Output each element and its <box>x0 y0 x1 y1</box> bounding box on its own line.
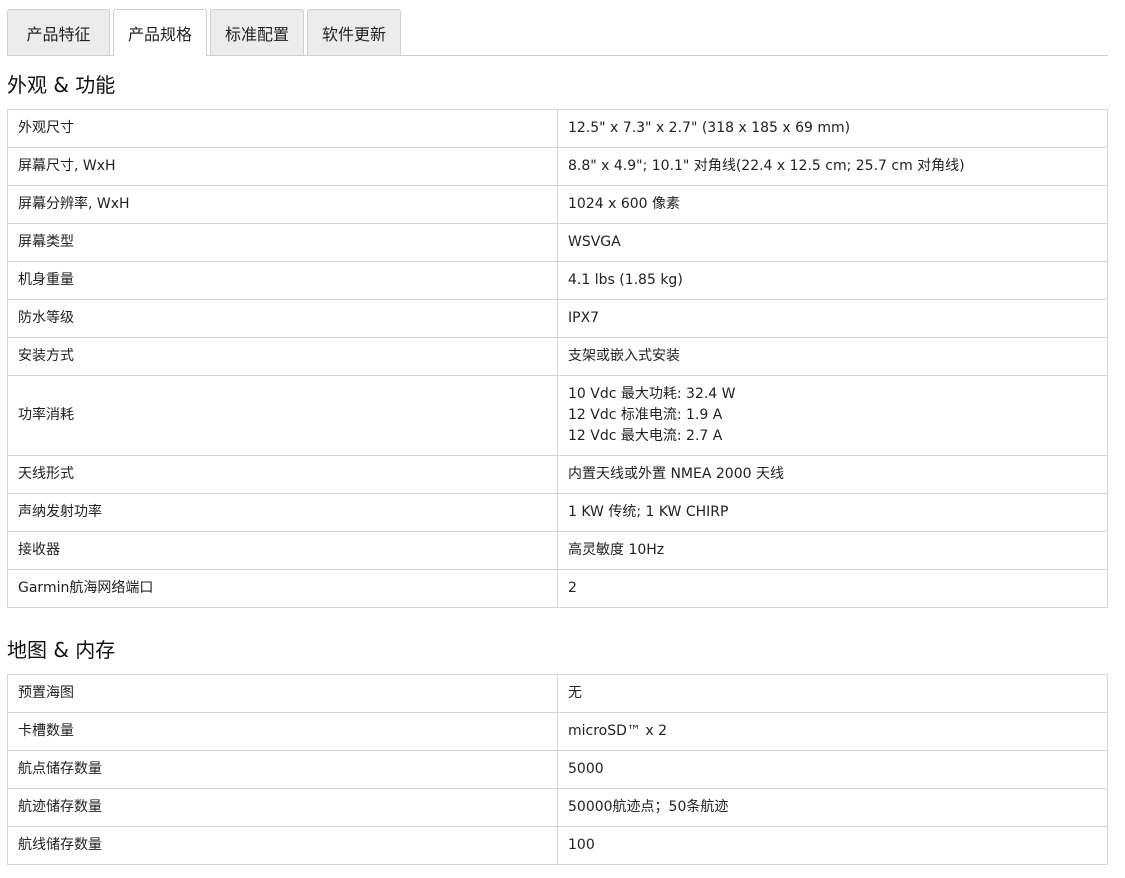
spec-label: 航迹储存数量 <box>7 788 558 827</box>
section-title-maps-memory: 地图 & 内存 <box>7 638 116 662</box>
spec-value: 内置天线或外置 NMEA 2000 天线 <box>557 455 1108 494</box>
tab-specs[interactable]: 产品规格 <box>113 9 207 56</box>
table-row: 功率消耗 10 Vdc 最大功耗: 32.4 W 12 Vdc 标准电流: 1.… <box>7 375 1108 456</box>
spec-label: 预置海图 <box>7 674 558 713</box>
tab-standard-config[interactable]: 标准配置 <box>210 9 304 55</box>
spec-table-maps-memory: 预置海图 无 卡槽数量 microSD™ x 2 航点储存数量 5000 航迹储… <box>7 674 1108 865</box>
spec-label: 防水等级 <box>7 299 558 338</box>
spec-label: 航线储存数量 <box>7 826 558 865</box>
section-title-appearance: 外观 & 功能 <box>7 73 116 97</box>
table-row: 机身重量 4.1 lbs (1.85 kg) <box>7 261 1108 300</box>
spec-value-multiline: 10 Vdc 最大功耗: 32.4 W 12 Vdc 标准电流: 1.9 A 1… <box>557 375 1108 456</box>
spec-value: 无 <box>557 674 1108 713</box>
spec-label: 屏幕尺寸, WxH <box>7 147 558 186</box>
spec-value: 4.1 lbs (1.85 kg) <box>557 261 1108 300</box>
spec-value: 100 <box>557 826 1108 865</box>
table-row: 安装方式 支架或嵌入式安装 <box>7 337 1108 376</box>
table-row: 航迹储存数量 50000航迹点；50条航迹 <box>7 788 1108 827</box>
table-row: 接收器 高灵敏度 10Hz <box>7 531 1108 570</box>
table-row: 声纳发射功率 1 KW 传统; 1 KW CHIRP <box>7 493 1108 532</box>
table-row: 屏幕类型 WSVGA <box>7 223 1108 262</box>
spec-table-appearance: 外观尺寸 12.5" x 7.3" x 2.7" (318 x 185 x 69… <box>7 109 1108 608</box>
spec-label: 天线形式 <box>7 455 558 494</box>
spec-value-line: 12 Vdc 最大电流: 2.7 A <box>568 428 723 444</box>
table-row: Garmin航海网络端口 2 <box>7 569 1108 608</box>
spec-label: 功率消耗 <box>7 375 558 456</box>
spec-label: 航点储存数量 <box>7 750 558 789</box>
spec-label: 屏幕类型 <box>7 223 558 262</box>
spec-label: 安装方式 <box>7 337 558 376</box>
spec-value: 12.5" x 7.3" x 2.7" (318 x 185 x 69 mm) <box>557 109 1108 148</box>
spec-value: 1024 x 600 像素 <box>557 185 1108 224</box>
spec-value: 8.8" x 4.9"; 10.1" 对角线(22.4 x 12.5 cm; 2… <box>557 147 1108 186</box>
tab-features[interactable]: 产品特征 <box>7 9 110 55</box>
spec-label: 屏幕分辨率, WxH <box>7 185 558 224</box>
table-row: 天线形式 内置天线或外置 NMEA 2000 天线 <box>7 455 1108 494</box>
table-row: 卡槽数量 microSD™ x 2 <box>7 712 1108 751</box>
tab-bar: 产品特征 产品规格 标准配置 软件更新 <box>7 9 1108 56</box>
spec-label: 机身重量 <box>7 261 558 300</box>
spec-label: 卡槽数量 <box>7 712 558 751</box>
table-row: 屏幕尺寸, WxH 8.8" x 4.9"; 10.1" 对角线(22.4 x … <box>7 147 1108 186</box>
spec-value-line: 10 Vdc 最大功耗: 32.4 W <box>568 386 736 402</box>
spec-value-line: 12 Vdc 标准电流: 1.9 A <box>568 407 723 423</box>
table-row: 外观尺寸 12.5" x 7.3" x 2.7" (318 x 185 x 69… <box>7 109 1108 148</box>
spec-label: 声纳发射功率 <box>7 493 558 532</box>
table-row: 防水等级 IPX7 <box>7 299 1108 338</box>
tab-software-updates[interactable]: 软件更新 <box>307 9 401 55</box>
spec-value: 2 <box>557 569 1108 608</box>
table-row: 航点储存数量 5000 <box>7 750 1108 789</box>
spec-value: 5000 <box>557 750 1108 789</box>
table-row: 航线储存数量 100 <box>7 826 1108 865</box>
spec-value: WSVGA <box>557 223 1108 262</box>
spec-label: 外观尺寸 <box>7 109 558 148</box>
table-row: 预置海图 无 <box>7 674 1108 713</box>
table-row: 屏幕分辨率, WxH 1024 x 600 像素 <box>7 185 1108 224</box>
spec-value: 支架或嵌入式安装 <box>557 337 1108 376</box>
spec-value: 1 KW 传统; 1 KW CHIRP <box>557 493 1108 532</box>
spec-label: 接收器 <box>7 531 558 570</box>
spec-label: Garmin航海网络端口 <box>7 569 558 608</box>
spec-value: 高灵敏度 10Hz <box>557 531 1108 570</box>
spec-value: microSD™ x 2 <box>557 712 1108 751</box>
spec-value: 50000航迹点；50条航迹 <box>557 788 1108 827</box>
spec-value: IPX7 <box>557 299 1108 338</box>
